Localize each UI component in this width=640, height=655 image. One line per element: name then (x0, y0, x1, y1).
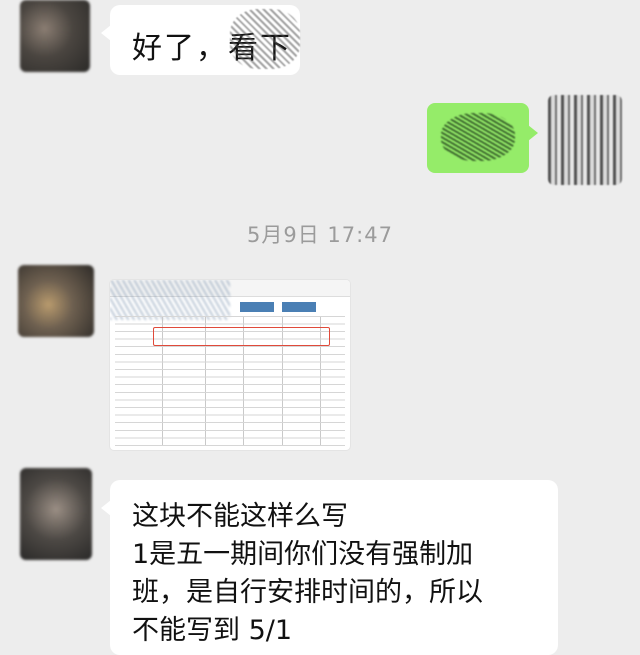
highlight-box (153, 327, 330, 346)
own-avatar[interactable] (548, 95, 622, 185)
contact-avatar[interactable] (20, 468, 92, 560)
contact-avatar[interactable] (18, 265, 94, 337)
redaction-scribble (230, 9, 300, 69)
message-line: 班，是自行安排时间的，所以 (132, 577, 483, 608)
message-bubble-incoming[interactable]: 好了，看下 (101, 5, 300, 75)
column-header (282, 302, 316, 312)
message-line: 1是五一期间你们没有强制加 (132, 539, 474, 570)
image-message-spreadsheet[interactable] (110, 280, 350, 450)
message-line: 不能写到 5/1 (132, 615, 293, 646)
contact-avatar[interactable] (20, 0, 90, 72)
chat-timestamp: 5月9日 17:47 (247, 223, 393, 247)
redaction-scribble (110, 280, 230, 320)
message-bubble-incoming[interactable]: 这块不能这样么写 1是五一期间你们没有强制加 班，是自行安排时间的，所以 不能写… (101, 480, 558, 655)
redaction-scribble (441, 113, 515, 161)
message-bubble-outgoing[interactable] (427, 103, 538, 173)
column-header (240, 302, 274, 312)
message-line: 这块不能这样么写 (132, 501, 348, 532)
